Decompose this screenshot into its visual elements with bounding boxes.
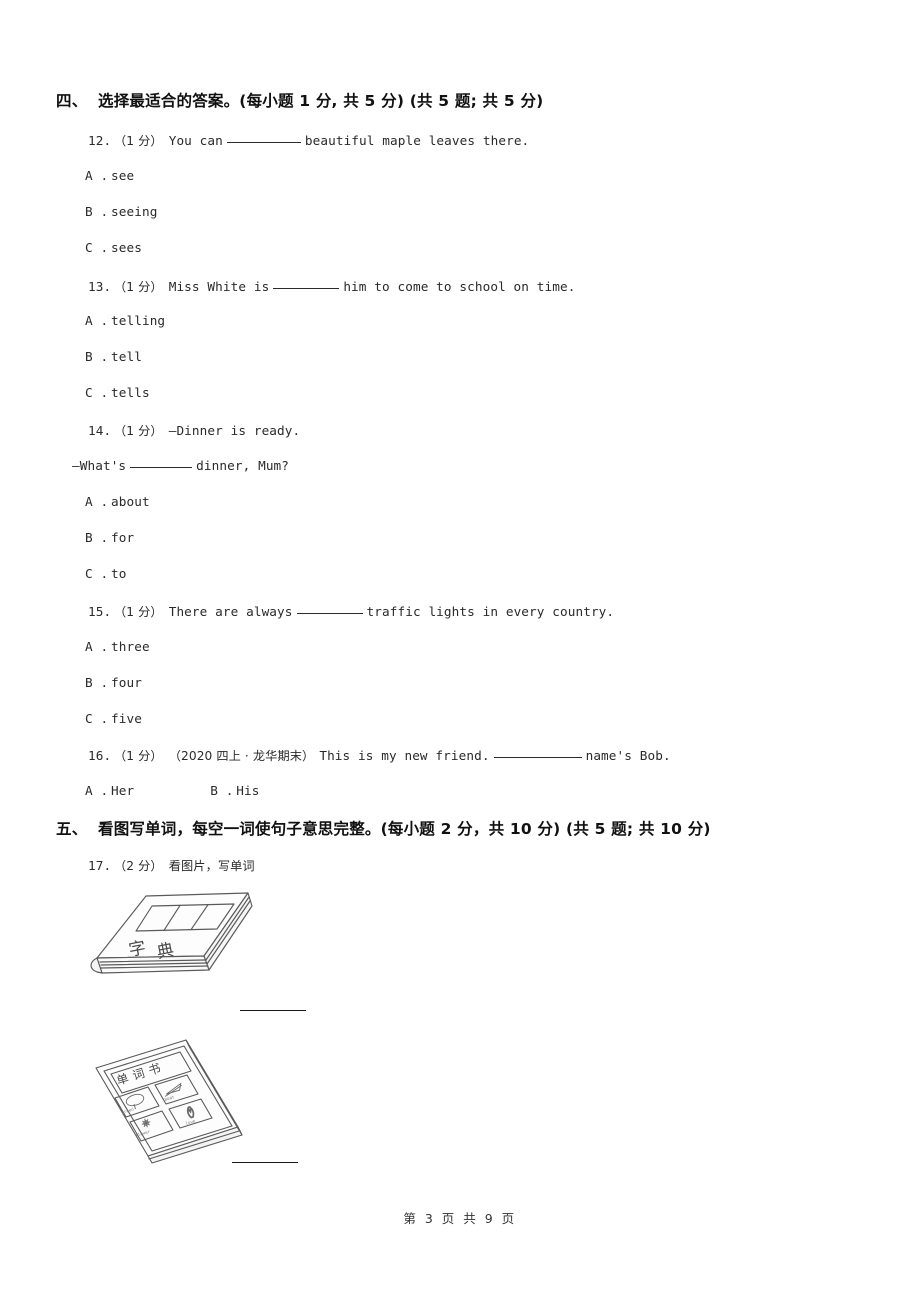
option-label: B . [85, 530, 109, 545]
question-12-points: （1 分） [114, 134, 163, 148]
question-12-stem: 12. （1 分） You can beautiful maple leaves th… [88, 131, 529, 149]
question-14-option-c[interactable]: C . to [85, 566, 126, 581]
option-text: tells [111, 385, 150, 400]
option-text: telling [111, 313, 166, 328]
option-text: five [111, 711, 142, 726]
option-label: A . [85, 494, 109, 509]
question-15-stem: 15. （1 分） There are always traffic lights i… [88, 602, 614, 620]
section-heading-4: 四、 选择最适合的答案。(每小题 1 分, 共 5 分) (共 5 题; 共 5 … [56, 89, 886, 111]
question-12-stem-after: beautiful maple leaves there. [304, 133, 530, 148]
question-12-blank[interactable] [226, 142, 301, 143]
section-title-4: 选择最适合的答案。(每小题 1 分, 共 5 分) (共 5 题; 共 5 分) [98, 92, 544, 110]
question-13-option-c[interactable]: C . tells [85, 385, 150, 400]
question-15-stem-before: There are always [168, 604, 293, 619]
question-14-stem: 14. （1 分） —Dinner is ready. [88, 421, 300, 439]
question-16-points: （1 分） [114, 749, 163, 763]
option-label: C . [85, 240, 109, 255]
question-13-stem: 13. （1 分） Miss White is him to come to scho… [88, 277, 575, 295]
option-label: B . [85, 349, 109, 364]
option-label: A . [85, 639, 109, 654]
question-13-points: （1 分） [114, 280, 163, 294]
option-label: A . [85, 783, 109, 798]
question-12-option-c[interactable]: C . sees [85, 240, 142, 255]
question-17-instruction: 看图片，写单词 [168, 859, 255, 873]
exam-page: 四、 选择最适合的答案。(每小题 1 分, 共 5 分) (共 5 题; 共 5 … [0, 0, 920, 1302]
question-12-stem-before: You can [168, 133, 223, 148]
question-13-stem-after: him to come to school on time. [343, 279, 576, 294]
question-16-stem: 16. （1 分） （2020 四上 · 龙华期末） This is my new f… [88, 746, 671, 764]
question-14-cont-before: —What's [72, 458, 127, 473]
section-title-5: 看图写单词，每空一词使句子意思完整。(每小题 2 分，共 10 分) (共 5 … [98, 820, 711, 838]
option-label: B . [85, 675, 109, 690]
question-12-option-a[interactable]: A . see [85, 168, 134, 183]
section-number-4: 四、 [56, 92, 88, 110]
option-label: A . [85, 168, 109, 183]
option-label: A . [85, 313, 109, 328]
option-label: B . [85, 204, 109, 219]
question-16-options-row: A . Her B . His [85, 783, 259, 798]
question-12-number: 12. [88, 133, 112, 148]
question-14-stem-before: —Dinner is ready. [168, 423, 301, 438]
question-17-answer-blank-2[interactable] [232, 1162, 298, 1163]
option-label: C . [85, 385, 109, 400]
vocabulary-book-illustration: 单 词 书 green boat flower love [86, 1032, 251, 1167]
question-17-stem: 17. （2 分） 看图片，写单词 [88, 856, 255, 874]
question-14-option-a[interactable]: A . about [85, 494, 150, 509]
option-text: three [111, 639, 150, 654]
option-text: seeing [111, 204, 158, 219]
question-16-blank[interactable] [493, 757, 582, 758]
question-17-points: （2 分） [114, 859, 163, 873]
question-15-number: 15. [88, 604, 112, 619]
question-16-number: 16. [88, 748, 112, 763]
question-14-option-b[interactable]: B . for [85, 530, 134, 545]
option-text: tell [111, 349, 142, 364]
question-16-option-a[interactable]: Her [111, 783, 134, 798]
option-text: four [111, 675, 142, 690]
question-16-option-b[interactable]: His [236, 783, 259, 798]
question-14-blank[interactable] [130, 467, 193, 468]
option-text: see [111, 168, 135, 183]
question-15-stem-after: traffic lights in every country. [366, 604, 615, 619]
question-13-number: 13. [88, 279, 112, 294]
question-15-points: （1 分） [114, 605, 163, 619]
question-17-answer-blank-1[interactable] [240, 1010, 306, 1011]
question-16-source-tag: （2020 四上 · 龙华期末） [168, 749, 315, 763]
question-15-blank[interactable] [296, 613, 363, 614]
question-14-cont-after: dinner, Mum? [196, 458, 290, 473]
option-label: C . [85, 566, 109, 581]
question-15-option-b[interactable]: B . four [85, 675, 142, 690]
option-text: to [111, 566, 127, 581]
section-heading-5: 五、 看图写单词，每空一词使句子意思完整。(每小题 2 分，共 10 分) (共 … [56, 817, 886, 839]
question-14-number: 14. [88, 423, 112, 438]
option-label: C . [85, 711, 109, 726]
question-14-continuation: —What's dinner, Mum? [72, 458, 289, 473]
question-13-option-a[interactable]: A . telling [85, 313, 165, 328]
question-12-option-b[interactable]: B . seeing [85, 204, 157, 219]
question-15-option-c[interactable]: C . five [85, 711, 142, 726]
question-17-number: 17. [88, 858, 112, 873]
section-number-5: 五、 [56, 820, 88, 838]
question-13-option-b[interactable]: B . tell [85, 349, 142, 364]
question-13-blank[interactable] [273, 288, 340, 289]
option-text: for [111, 530, 135, 545]
dictionary-book-illustration: 字 典 [84, 882, 264, 1002]
question-15-option-a[interactable]: A . three [85, 639, 150, 654]
question-14-points: （1 分） [114, 424, 163, 438]
option-label: B . [210, 783, 234, 798]
question-13-stem-before: Miss White is [168, 279, 270, 294]
option-text: about [111, 494, 150, 509]
question-16-stem-after: name's Bob. [585, 748, 671, 763]
option-text: sees [111, 240, 142, 255]
question-16-stem-before: This is my new friend. [319, 748, 490, 763]
page-footer: 第 3 页 共 9 页 [403, 1211, 517, 1226]
